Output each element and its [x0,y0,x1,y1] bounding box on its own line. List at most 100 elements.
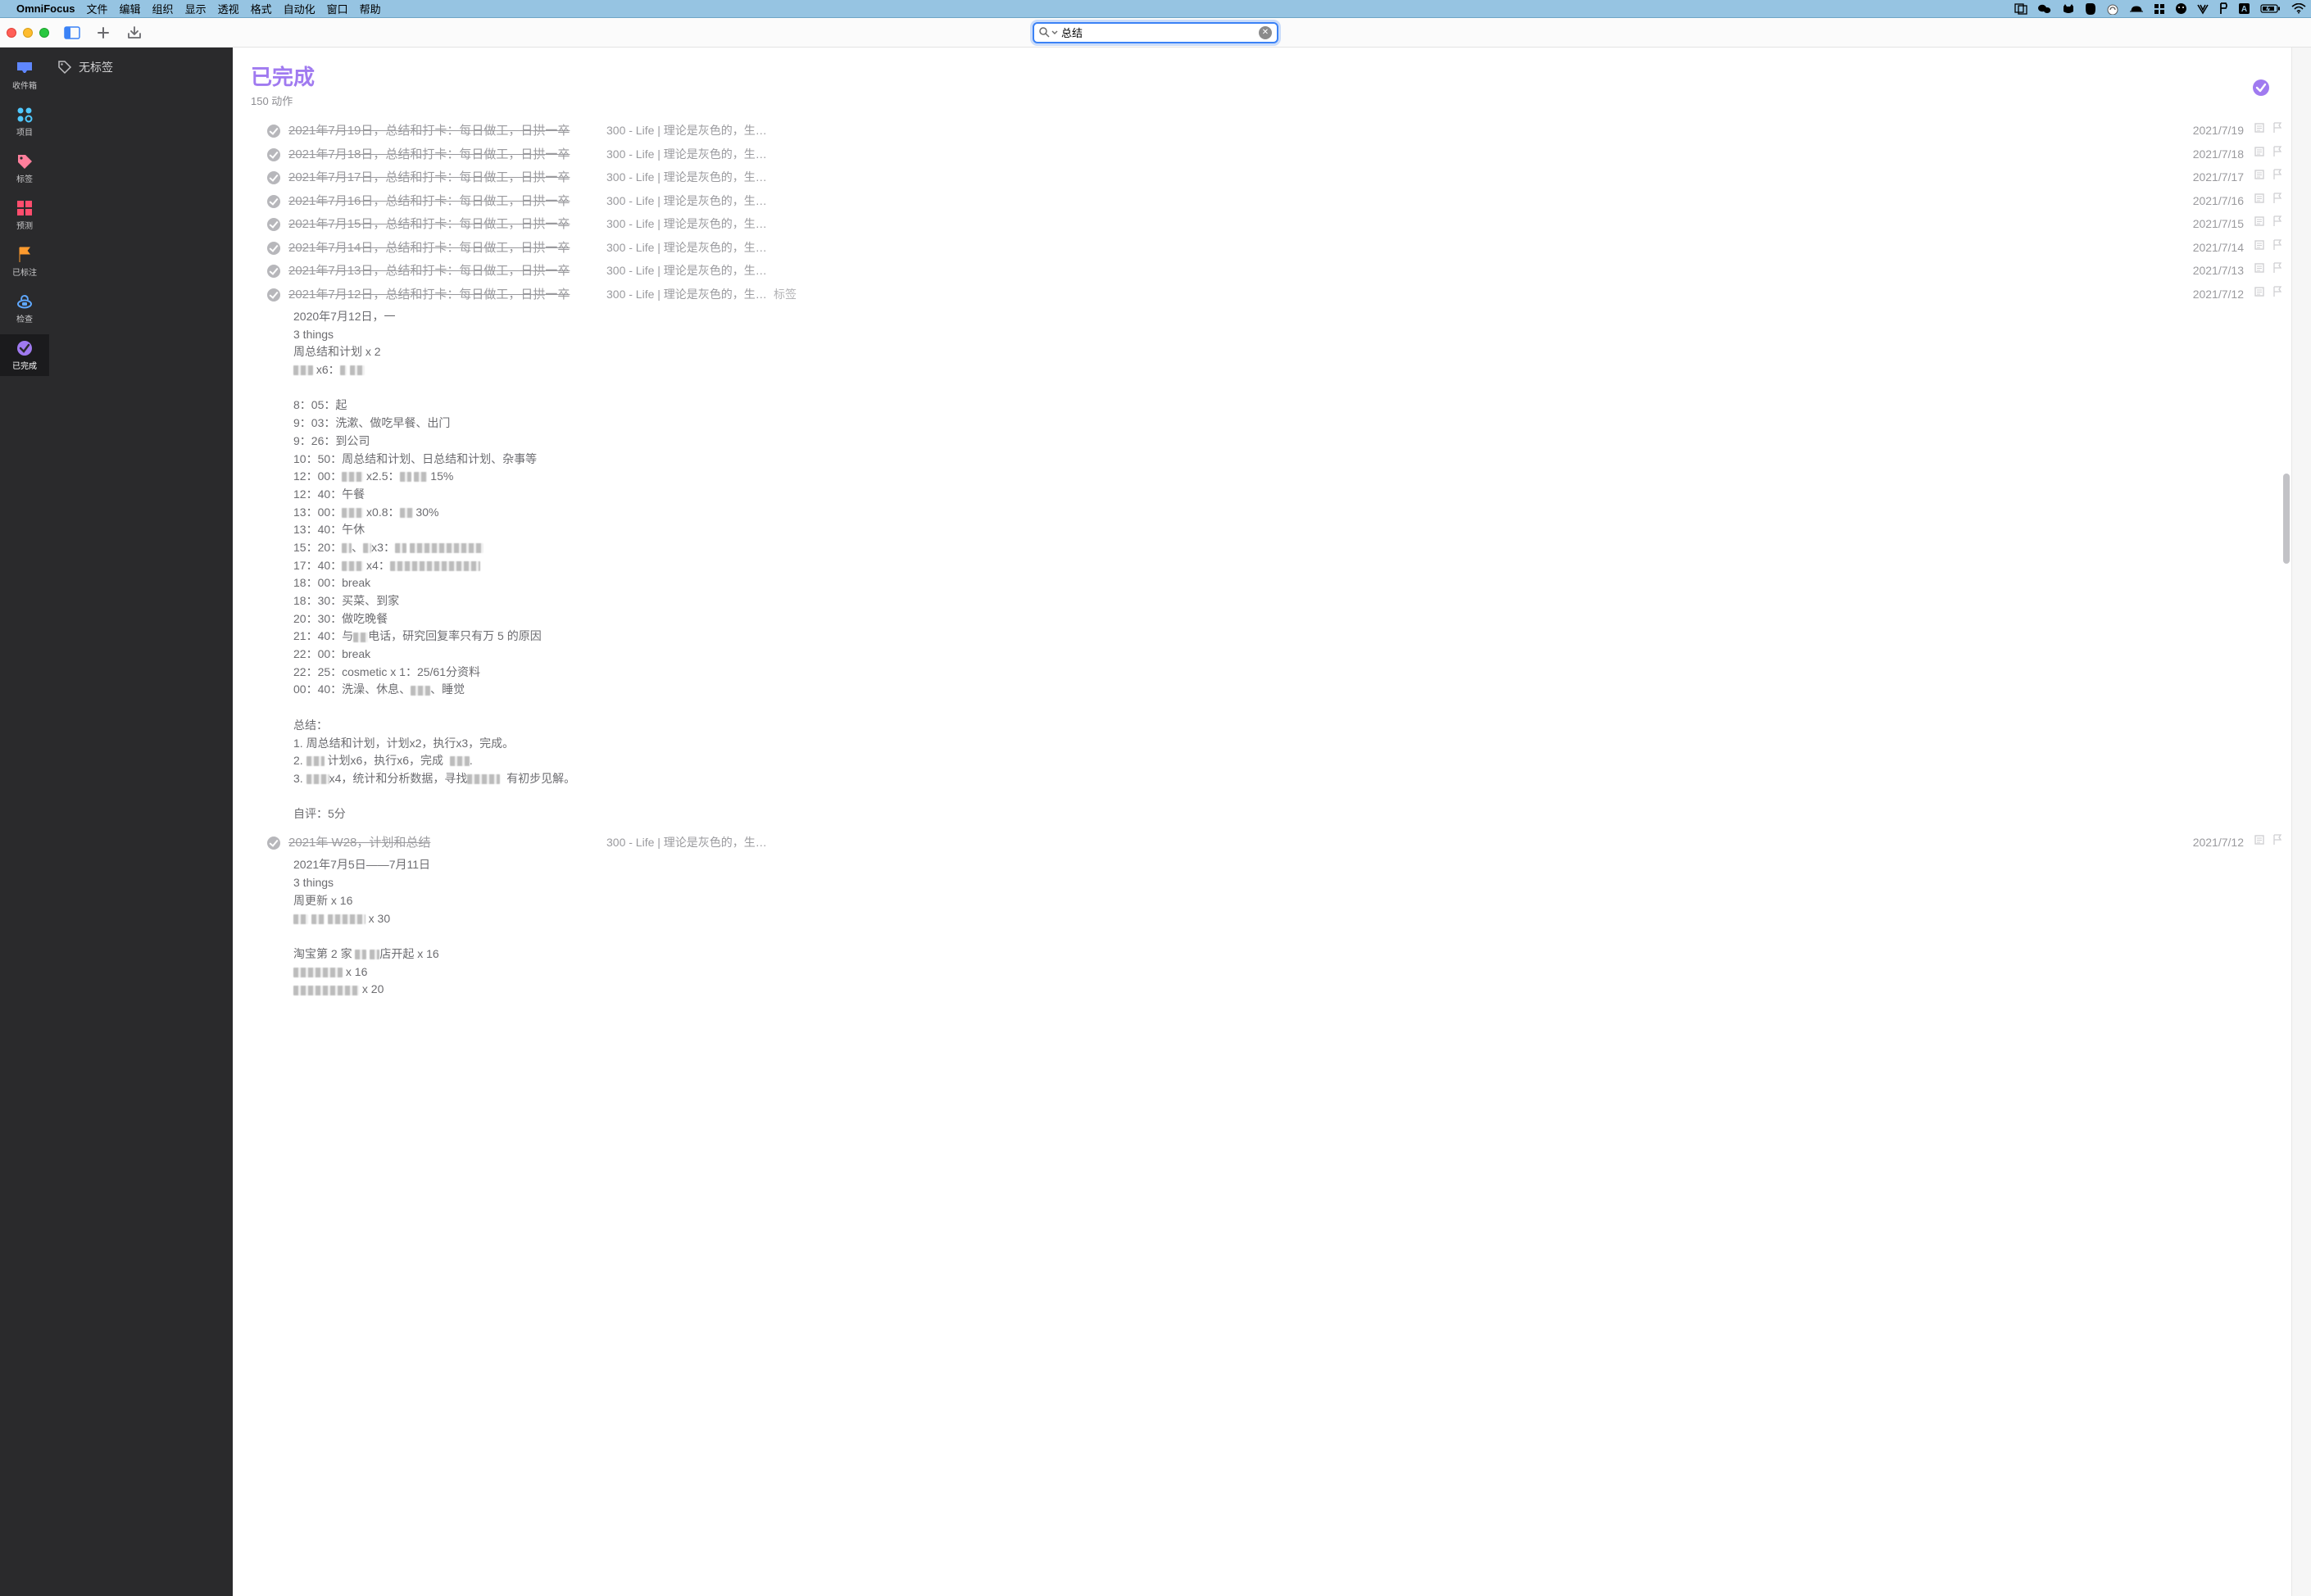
add-action-button[interactable] [92,23,115,43]
task-checkmark-icon[interactable] [267,265,280,278]
menu-view[interactable]: 显示 [185,1,207,16]
note-icon[interactable] [2254,122,2267,135]
search-field[interactable]: ✕ [1033,22,1278,43]
task-row[interactable]: 2021年7月14日，总结和打卡：每日做工，日拱一卒300 - Life | 理… [233,237,2291,261]
p-icon[interactable] [2218,2,2228,15]
clear-search-button[interactable]: ✕ [1259,26,1272,39]
task-checkmark-icon[interactable] [267,195,280,208]
task-checkmark-icon[interactable] [267,837,280,850]
task-note[interactable]: 2020年7月12日，一3 things周总结和计划 x 2 x6： 8：05：… [233,306,2291,832]
wechat-icon[interactable] [2037,3,2052,15]
evernote-icon[interactable] [2085,2,2096,16]
note-icon[interactable] [2254,262,2267,275]
task-row[interactable]: 2021年7月19日，总结和打卡：每日做工，日拱一卒300 - Life | 理… [233,120,2291,143]
search-input[interactable] [1061,26,1255,39]
nav-projects[interactable]: 项目 [0,101,49,143]
task-row[interactable]: 2021年7月12日，总结和打卡：每日做工，日拱一卒300 - Life | 理… [233,283,2291,307]
cloud-sync-icon[interactable] [2106,3,2119,15]
projects-icon [16,106,34,124]
menu-automate[interactable]: 自动化 [284,1,316,16]
task-title: 2021年7月12日，总结和打卡：每日做工，日拱一卒 [288,286,600,305]
task-checkmark-icon[interactable] [267,218,280,231]
task-row[interactable]: 2021年7月15日，总结和打卡：每日做工，日拱一卒300 - Life | 理… [233,213,2291,237]
note-line [293,379,2275,397]
window-traffic-lights [7,28,49,38]
app-menu[interactable]: OmniFocus [16,2,75,15]
flag-icon[interactable] [2272,239,2285,252]
menu-window[interactable]: 窗口 [327,1,348,16]
window-close-button[interactable] [7,28,16,38]
quick-entry-button[interactable] [123,23,146,43]
note-icon[interactable] [2254,286,2267,299]
grid-icon[interactable] [2154,3,2165,15]
flag-icon[interactable] [2272,262,2285,275]
menu-format[interactable]: 格式 [251,1,272,16]
macos-menubar: OmniFocus 文件 编辑 组织 显示 透视 格式 自动化 窗口 帮助 A [0,0,2311,18]
note-icon[interactable] [2254,239,2267,252]
perspective-subtitle: 150 动作 [251,93,2273,108]
inspector-strip[interactable] [2291,48,2311,1596]
face-icon[interactable] [2175,2,2187,15]
task-row[interactable]: 2021年7月16日，总结和打卡：每日做工，日拱一卒300 - Life | 理… [233,190,2291,214]
redacted-text [410,543,484,553]
note-icon[interactable] [2254,169,2267,182]
note-icon[interactable] [2254,193,2267,206]
no-tags-row[interactable]: 无标签 [57,59,225,75]
menu-perspective[interactable]: 透视 [218,1,239,16]
window-zoom-button[interactable] [39,28,49,38]
toggle-sidebar-button[interactable] [61,23,84,43]
scrollbar-thumb[interactable] [2283,474,2290,564]
nav-forecast[interactable]: 预测 [0,194,49,236]
task-row[interactable]: 2021年7月17日，总结和打卡：每日做工，日拱一卒300 - Life | 理… [233,166,2291,190]
v-icon[interactable] [2197,3,2209,15]
redacted-text [350,365,365,375]
task-note[interactable]: 2021年7月5日——7月11日3 things周更新 x 16 x 30 淘宝… [233,855,2291,1007]
task-row[interactable]: 2021年 W28，计划和总结300 - Life | 理论是灰色的，生活…20… [233,832,2291,855]
flag-icon[interactable] [2272,193,2285,206]
note-line: 22：25：cosmetic x 1：25/61分资料 [293,664,2275,682]
search-icon [1039,27,1058,38]
window-minimize-button[interactable] [23,28,33,38]
cat-icon[interactable] [2062,3,2075,15]
task-row[interactable]: 2021年7月18日，总结和打卡：每日做工，日拱一卒300 - Life | 理… [233,143,2291,167]
main-content[interactable]: 已完成 150 动作 2021年7月19日，总结和打卡：每日做工，日拱一卒300… [233,48,2291,1596]
nav-tags[interactable]: 标签 [0,147,49,189]
nav-flagged[interactable]: 已标注 [0,241,49,283]
menu-organize[interactable]: 组织 [152,1,174,16]
flag-icon[interactable] [2272,146,2285,159]
task-row[interactable]: 2021年7月13日，总结和打卡：每日做工，日拱一卒300 - Life | 理… [233,260,2291,283]
tags-panel: 无标签 [49,48,233,1596]
flag-icon[interactable] [2272,286,2285,299]
task-checkmark-icon[interactable] [267,242,280,255]
nav-review[interactable]: 检查 [0,288,49,329]
nav-label-completed: 已完成 [12,359,37,371]
flag-icon[interactable] [2272,834,2285,847]
note-line [293,927,2275,945]
battery-icon[interactable] [2260,3,2281,14]
note-line: x 30 [293,910,2275,928]
nav-label-forecast: 预测 [16,219,33,231]
note-line: 18：00：break [293,574,2275,592]
redacted-text [363,543,371,553]
note-icon[interactable] [2254,834,2267,847]
nav-inbox[interactable]: 收件箱 [0,54,49,96]
flag-icon[interactable] [2272,169,2285,182]
note-line: 1. 周总结和计划，计划x2，执行x3，完成。 [293,735,2275,753]
task-checkmark-icon[interactable] [267,171,280,184]
stage-manager-icon[interactable] [2014,3,2027,15]
task-checkmark-icon[interactable] [267,148,280,161]
flag-icon[interactable] [2272,122,2285,135]
flag-icon[interactable] [2272,215,2285,229]
menu-file[interactable]: 文件 [87,1,108,16]
a-box-icon[interactable]: A [2238,2,2250,15]
note-icon[interactable] [2254,215,2267,229]
nav-completed[interactable]: 已完成 [0,334,49,376]
menu-help[interactable]: 帮助 [360,1,381,16]
menu-edit[interactable]: 编辑 [120,1,141,16]
chevron-down-icon[interactable] [1051,29,1058,36]
task-checkmark-icon[interactable] [267,125,280,138]
wifi-icon[interactable] [2291,3,2306,14]
task-checkmark-icon[interactable] [267,288,280,302]
note-icon[interactable] [2254,146,2267,159]
hat-icon[interactable] [2129,4,2144,14]
